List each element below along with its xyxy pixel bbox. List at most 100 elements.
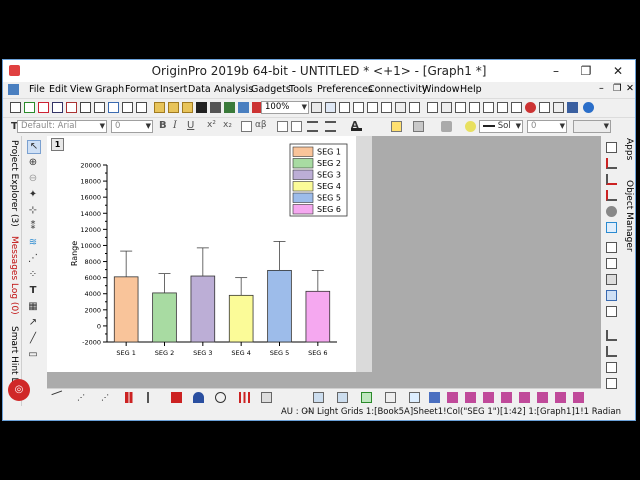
batch-plot-icon[interactable] bbox=[238, 102, 249, 113]
minimize-button[interactable]: – bbox=[541, 60, 571, 82]
polar-plot-icon[interactable] bbox=[215, 392, 226, 403]
menu-insert[interactable]: Insert bbox=[160, 84, 187, 95]
origin-logo-icon[interactable]: ◎ bbox=[8, 379, 30, 401]
italic-button[interactable]: I bbox=[173, 120, 177, 131]
menu-gadgets[interactable]: Gadgets bbox=[251, 84, 291, 95]
bar-plot-icon[interactable] bbox=[147, 392, 158, 403]
image-icon[interactable] bbox=[539, 102, 550, 113]
larger-font-icon[interactable] bbox=[277, 121, 288, 132]
screen-reader-icon[interactable]: ✦ bbox=[27, 189, 39, 201]
line-style-select[interactable]: Sol ▼ bbox=[479, 120, 523, 133]
book-icon[interactable] bbox=[469, 102, 480, 113]
image-plot-icon[interactable] bbox=[385, 392, 396, 403]
contour-icon[interactable] bbox=[361, 392, 372, 403]
brightness-icon[interactable] bbox=[465, 121, 476, 132]
command-window-icon[interactable] bbox=[381, 102, 392, 113]
line-tool-icon[interactable]: ╱ bbox=[27, 333, 39, 345]
histogram-icon[interactable] bbox=[239, 392, 250, 403]
arrange-icon[interactable] bbox=[519, 392, 530, 403]
layout-icon[interactable] bbox=[606, 306, 617, 317]
table-legend-icon[interactable] bbox=[606, 258, 617, 269]
font-name-select[interactable]: Default: Arial ▼ bbox=[17, 120, 107, 133]
menu-format[interactable]: Format bbox=[125, 84, 158, 95]
fit-page-icon[interactable] bbox=[606, 378, 617, 389]
add-layer-icon[interactable] bbox=[501, 392, 512, 403]
mdi-minimize-button[interactable]: – bbox=[599, 83, 604, 94]
draw-data-icon[interactable]: ⋰ bbox=[27, 253, 39, 265]
axis-break-icon[interactable] bbox=[606, 346, 617, 357]
new-notes-icon[interactable] bbox=[94, 102, 105, 113]
line-spacing-icon[interactable] bbox=[325, 121, 336, 132]
area-plot-icon[interactable] bbox=[193, 392, 204, 403]
data-reader-icon[interactable]: ⊹ bbox=[27, 205, 39, 217]
menu-window[interactable]: Window bbox=[422, 84, 459, 95]
apps-icon[interactable] bbox=[567, 102, 578, 113]
line-symbol-plot-icon[interactable]: ⋰ bbox=[101, 392, 112, 403]
extract-icon[interactable] bbox=[483, 392, 494, 403]
scatter-plot-icon[interactable]: ⋰ bbox=[77, 392, 88, 403]
new-script-icon[interactable] bbox=[136, 102, 147, 113]
surface-plot-icon[interactable] bbox=[313, 392, 324, 403]
column-plot-icon[interactable] bbox=[125, 392, 136, 403]
inset-layer-icon[interactable] bbox=[573, 392, 584, 403]
stack-icon[interactable] bbox=[447, 392, 458, 403]
pointer-icon[interactable]: ↖ bbox=[27, 140, 41, 154]
grid-icon[interactable] bbox=[553, 102, 564, 113]
open-template-icon[interactable] bbox=[168, 102, 179, 113]
new-function-icon[interactable] bbox=[66, 102, 77, 113]
greek-button[interactable]: αβ bbox=[255, 120, 267, 130]
image-tool-icon[interactable]: ▦ bbox=[27, 301, 39, 313]
layer-icon[interactable] bbox=[606, 142, 617, 153]
tab-object-manager[interactable]: Object Manager bbox=[623, 180, 634, 252]
rescale-x-icon[interactable] bbox=[606, 174, 617, 185]
new-layout-icon[interactable] bbox=[80, 102, 91, 113]
subscript-button[interactable]: x₂ bbox=[223, 120, 232, 130]
legend-icon[interactable] bbox=[606, 206, 617, 217]
menu-help[interactable]: Help bbox=[460, 84, 482, 95]
results-log-icon[interactable] bbox=[367, 102, 378, 113]
tab-apps[interactable]: Apps bbox=[623, 138, 634, 160]
align-icon[interactable] bbox=[307, 121, 318, 132]
script-window-icon[interactable] bbox=[409, 102, 420, 113]
new-folder-icon[interactable] bbox=[427, 102, 438, 113]
close-button[interactable]: ✕ bbox=[603, 60, 633, 82]
menu-analysis[interactable]: Analysis bbox=[214, 84, 253, 95]
table-icon[interactable] bbox=[455, 102, 466, 113]
box-chart-icon[interactable] bbox=[261, 392, 272, 403]
menu-tools[interactable]: Tools bbox=[289, 84, 312, 95]
copy-page-icon[interactable] bbox=[353, 102, 364, 113]
new-report-icon[interactable] bbox=[122, 102, 133, 113]
zoom-out-icon[interactable]: ⊖ bbox=[27, 173, 39, 185]
line-width-select[interactable]: 0 ▼ bbox=[527, 120, 567, 133]
axis-icon[interactable] bbox=[606, 330, 617, 341]
sheet-icon[interactable] bbox=[483, 102, 494, 113]
grouped-column-icon[interactable] bbox=[171, 392, 182, 403]
project-explorer-icon[interactable] bbox=[395, 102, 406, 113]
import-icon[interactable] bbox=[224, 102, 235, 113]
code-builder-icon[interactable] bbox=[339, 102, 350, 113]
open-folder-icon[interactable] bbox=[154, 102, 165, 113]
underline-button[interactable]: U bbox=[187, 120, 194, 131]
font-size-select[interactable]: 0 ▼ bbox=[111, 120, 153, 133]
edit-icon[interactable] bbox=[497, 102, 508, 113]
new-workbook-icon[interactable] bbox=[24, 102, 35, 113]
new-matrix-icon[interactable] bbox=[52, 102, 63, 113]
new-project-icon[interactable] bbox=[10, 102, 21, 113]
menu-graph[interactable]: Graph bbox=[95, 84, 124, 95]
refresh-icon[interactable] bbox=[311, 102, 322, 113]
restore-button[interactable]: ❐ bbox=[571, 60, 601, 82]
sub-superscript-icon[interactable] bbox=[241, 121, 252, 132]
duplicate-icon[interactable] bbox=[325, 102, 336, 113]
zoom-in-icon[interactable]: ⊕ bbox=[27, 157, 39, 169]
superscript-button[interactable]: x² bbox=[207, 120, 216, 130]
rescale-y-icon[interactable] bbox=[606, 190, 617, 201]
graph-window-icon[interactable] bbox=[8, 84, 19, 95]
menu-edit[interactable]: Edit bbox=[49, 84, 67, 95]
swap-layer-icon[interactable] bbox=[537, 392, 548, 403]
font-color-icon[interactable]: A bbox=[351, 120, 362, 131]
arrow-tool-icon[interactable]: ↗ bbox=[27, 317, 39, 329]
origin-central-icon[interactable] bbox=[525, 102, 536, 113]
fill-color-icon[interactable] bbox=[391, 121, 402, 132]
menu-preferences[interactable]: Preferences bbox=[317, 84, 373, 95]
save-template-icon[interactable] bbox=[210, 102, 221, 113]
